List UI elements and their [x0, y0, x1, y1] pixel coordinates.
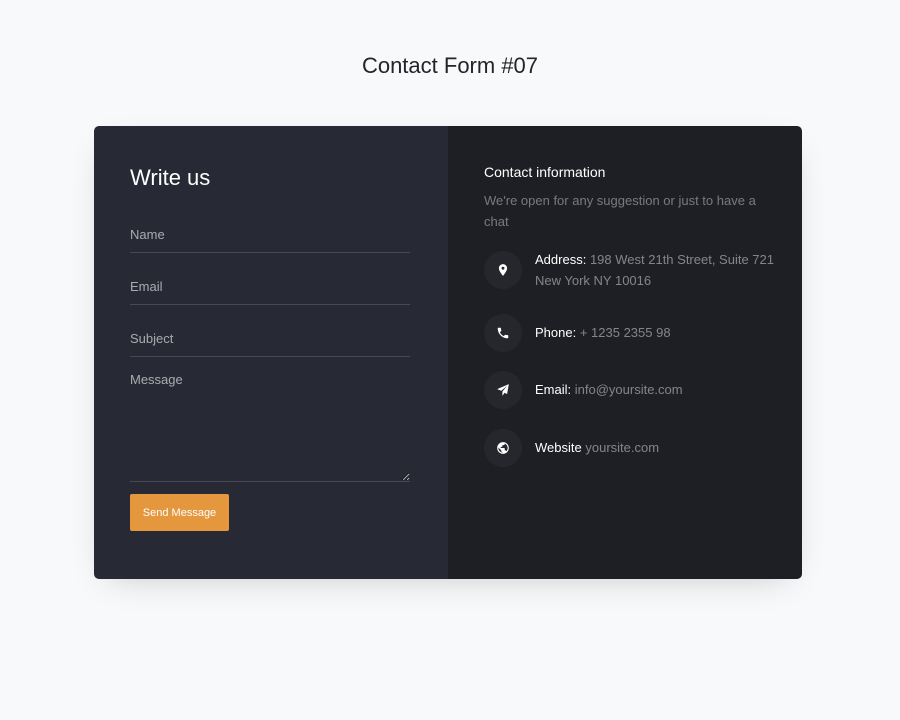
email-row: Email: info@yoursite.com — [484, 371, 784, 409]
email-value[interactable]: info@yoursite.com — [575, 382, 683, 397]
name-field[interactable] — [130, 217, 410, 253]
phone-icon — [484, 314, 522, 352]
phone-text: Phone: + 1235 2355 98 — [535, 322, 775, 343]
page-title: Contact Form #07 — [361, 53, 539, 78]
email-text: Email: info@yoursite.com — [535, 379, 775, 400]
email-field[interactable] — [130, 269, 410, 305]
form-heading: Write us — [130, 165, 211, 190]
contact-card: Write us Send Message Contact informatio… — [94, 126, 802, 579]
website-label: Website — [535, 440, 582, 455]
phone-value[interactable]: + 1235 2355 98 — [580, 325, 671, 340]
message-field[interactable] — [130, 370, 410, 482]
send-message-button[interactable]: Send Message — [130, 494, 229, 531]
info-description: We're open for any suggestion or just to… — [484, 193, 756, 229]
contact-info-panel: Contact information We're open for any s… — [448, 126, 802, 579]
website-row: Website yoursite.com — [484, 429, 784, 467]
subject-field[interactable] — [130, 321, 410, 357]
website-value[interactable]: yoursite.com — [585, 440, 659, 455]
address-label: Address: — [535, 252, 587, 267]
email-label: Email: — [535, 382, 572, 397]
address-text: Address: 198 West 21th Street, Suite 721… — [535, 249, 775, 291]
phone-row: Phone: + 1235 2355 98 — [484, 314, 784, 352]
globe-icon — [484, 429, 522, 467]
info-heading: Contact information — [484, 164, 606, 180]
map-marker-icon — [484, 251, 522, 289]
form-panel: Write us Send Message — [94, 126, 448, 579]
website-text: Website yoursite.com — [535, 437, 775, 458]
paper-plane-icon — [484, 371, 522, 409]
address-row: Address: 198 West 21th Street, Suite 721… — [484, 251, 784, 291]
phone-label: Phone: — [535, 325, 577, 340]
